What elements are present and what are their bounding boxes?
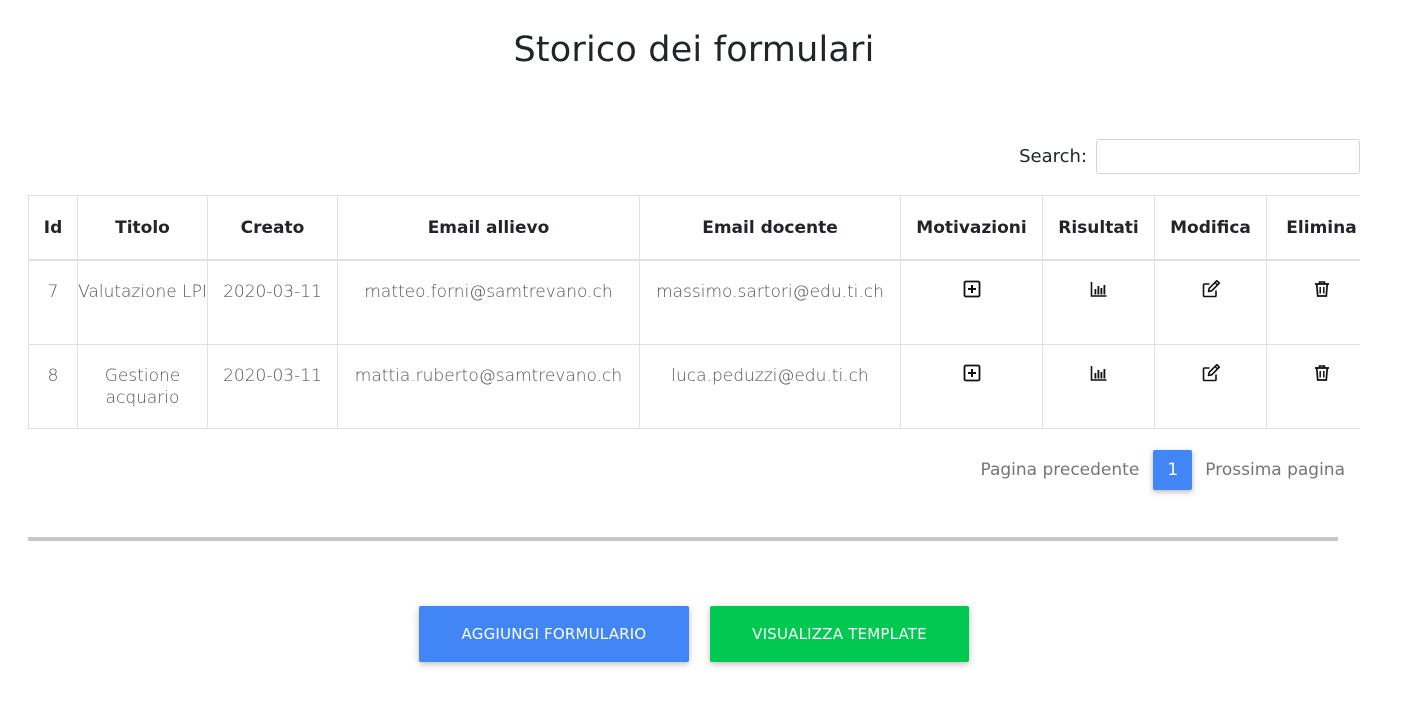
- trash-icon[interactable]: [1311, 278, 1333, 300]
- edit-icon[interactable]: [1200, 278, 1222, 300]
- cell-titolo: Valutazione LPI: [77, 259, 208, 345]
- column-header-modifica[interactable]: Modifica: [1154, 195, 1267, 261]
- search-label: Search:: [1019, 146, 1087, 167]
- pagination: Pagina precedente 1 Prossima pagina: [980, 450, 1345, 490]
- section-divider: [28, 537, 1338, 541]
- table-body: 7 Valutazione LPI 2020-03-11 matteo.forn…: [28, 259, 1360, 429]
- cell-risultati: [1042, 343, 1155, 429]
- view-template-button[interactable]: Visualizza template: [710, 606, 969, 662]
- trash-icon[interactable]: [1311, 362, 1333, 384]
- add-form-button[interactable]: Aggiungi formulario: [419, 606, 689, 662]
- current-page-button[interactable]: 1: [1153, 450, 1193, 490]
- cell-creato-text: 2020-03-11: [223, 282, 322, 302]
- cell-email-docente: massimo.sartori@edu.ti.ch: [639, 259, 901, 345]
- cell-motivazioni: [900, 259, 1043, 345]
- plus-square-icon[interactable]: [961, 278, 983, 300]
- plus-square-icon[interactable]: [961, 362, 983, 384]
- bar-chart-icon[interactable]: [1088, 278, 1110, 300]
- cell-id-text: 7: [47, 282, 59, 302]
- cell-modifica: [1154, 343, 1267, 429]
- column-header-titolo[interactable]: Titolo: [77, 195, 208, 261]
- bar-chart-icon[interactable]: [1088, 362, 1110, 384]
- cell-id: 7: [28, 259, 78, 345]
- cell-creato: 2020-03-11: [207, 343, 338, 429]
- cell-email-allievo: matteo.forni@samtrevano.ch: [337, 259, 640, 345]
- forms-table: Id Titolo Creato Email allievo Email doc…: [28, 195, 1360, 429]
- cell-elimina: [1266, 259, 1360, 345]
- cell-email-docente-text: massimo.sartori@edu.ti.ch: [656, 282, 884, 302]
- table-row: 8 Gestione acquario 2020-03-11 mattia.ru…: [28, 343, 1360, 429]
- cell-titolo-text: Valutazione LPI: [78, 282, 207, 302]
- cell-motivazioni: [900, 343, 1043, 429]
- cell-email-allievo: mattia.ruberto@samtrevano.ch: [337, 343, 640, 429]
- search-input[interactable]: [1096, 139, 1360, 174]
- search-bar: Search:: [1019, 139, 1360, 174]
- cell-id: 8: [28, 343, 78, 429]
- cell-email-allievo-text: mattia.ruberto@samtrevano.ch: [354, 365, 623, 386]
- column-header-id[interactable]: Id: [28, 195, 78, 261]
- column-header-motivazioni[interactable]: Motivazioni: [900, 195, 1043, 261]
- cell-email-docente-text: luca.peduzzi@edu.ti.ch: [671, 365, 869, 386]
- cell-email-allievo-text: matteo.forni@samtrevano.ch: [364, 282, 613, 302]
- cell-creato: 2020-03-11: [207, 259, 338, 345]
- table-header: Id Titolo Creato Email allievo Email doc…: [28, 195, 1360, 261]
- cell-modifica: [1154, 259, 1267, 345]
- column-header-elimina[interactable]: Elimina: [1266, 195, 1360, 261]
- cell-titolo: Gestione acquario: [77, 343, 208, 429]
- column-header-creato[interactable]: Creato: [207, 195, 338, 261]
- next-page-link[interactable]: Prossima pagina: [1205, 460, 1345, 480]
- forms-table-container: Id Titolo Creato Email allievo Email doc…: [28, 195, 1360, 429]
- cell-id-text: 8: [47, 365, 59, 386]
- column-header-risultati[interactable]: Risultati: [1042, 195, 1155, 261]
- page-title: Storico dei formulari: [513, 30, 875, 70]
- table-row: 7 Valutazione LPI 2020-03-11 matteo.forn…: [28, 259, 1360, 345]
- cell-risultati: [1042, 259, 1155, 345]
- edit-icon[interactable]: [1200, 362, 1222, 384]
- column-header-email-allievo[interactable]: Email allievo: [337, 195, 640, 261]
- cell-elimina: [1266, 343, 1360, 429]
- previous-page-link[interactable]: Pagina precedente: [980, 460, 1139, 480]
- table-header-row: Id Titolo Creato Email allievo Email doc…: [28, 195, 1360, 261]
- column-header-email-docente[interactable]: Email docente: [639, 195, 901, 261]
- cell-email-docente: luca.peduzzi@edu.ti.ch: [639, 343, 901, 429]
- cell-titolo-text: Gestione acquario: [104, 365, 181, 408]
- cell-creato-text: 2020-03-11: [223, 365, 322, 386]
